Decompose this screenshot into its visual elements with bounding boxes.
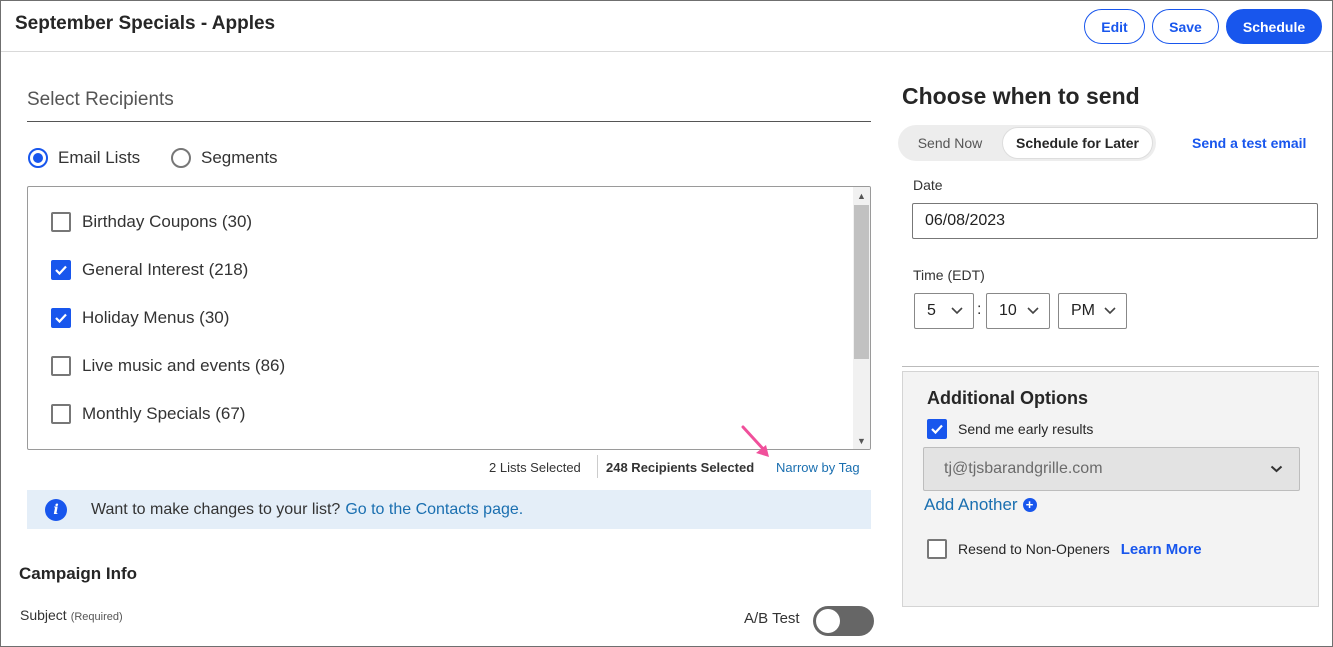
chevron-down-icon — [951, 307, 963, 315]
radio-email-lists[interactable]: Email Lists — [28, 148, 140, 168]
checkbox-checked[interactable] — [51, 260, 71, 280]
early-results-email-select[interactable]: tj@tjsbarandgrille.com — [923, 447, 1300, 491]
time-separator: : — [977, 301, 982, 318]
list-item-label: Live music and events (86) — [82, 356, 286, 375]
send-test-email-link[interactable]: Send a test email — [1192, 135, 1306, 151]
early-results-label: Send me early results — [958, 421, 1094, 437]
subject-label-text: Subject — [20, 607, 67, 623]
email-lists-box: Birthday Coupons (30) General Interest (… — [27, 186, 871, 450]
add-another-link[interactable]: Add Another + — [924, 495, 1037, 515]
plus-circle-icon: + — [1022, 498, 1037, 512]
annotation-arrow-icon — [741, 425, 769, 457]
scroll-up-icon[interactable]: ▲ — [853, 187, 870, 204]
options-divider — [902, 366, 1319, 367]
add-another-label: Add Another — [924, 495, 1018, 514]
email-value: tj@tjsbarandgrille.com — [944, 460, 1103, 477]
contacts-info-bar: i Want to make changes to your list? Go … — [27, 490, 871, 529]
required-hint: (Required) — [70, 611, 123, 623]
radio-label: Segments — [201, 148, 278, 167]
scroll-thumb[interactable] — [854, 205, 869, 359]
select-recipients-heading: Select Recipients — [27, 89, 174, 110]
summary-divider — [597, 455, 598, 478]
resend-option[interactable]: Resend to Non-Openers Learn More — [927, 539, 1202, 559]
send-timing-segmented-control: Send Now Schedule for Later — [898, 125, 1156, 161]
chevron-down-icon — [1270, 465, 1283, 473]
recipients-selected-count: 248 Recipients Selected — [606, 459, 755, 475]
checkbox[interactable] — [51, 404, 71, 424]
early-results-checkbox[interactable] — [927, 419, 947, 439]
hour-value: 5 — [927, 302, 936, 319]
campaign-info-heading: Campaign Info — [19, 564, 138, 583]
list-item-general-interest[interactable]: General Interest (218) — [51, 260, 248, 280]
info-text: Want to make changes to your list? — [91, 500, 341, 518]
ampm-select[interactable]: PM — [1058, 293, 1127, 329]
radio-button[interactable] — [171, 148, 191, 168]
additional-options-heading: Additional Options — [927, 388, 1088, 408]
date-label: Date — [913, 177, 943, 193]
checkbox-checked[interactable] — [51, 308, 71, 328]
radio-segments[interactable]: Segments — [171, 148, 278, 168]
list-item-monthly-specials[interactable]: Monthly Specials (67) — [51, 404, 245, 424]
schedule-for-later-tab[interactable]: Schedule for Later — [1002, 127, 1153, 159]
choose-when-heading: Choose when to send — [902, 83, 1140, 109]
list-item-label: Monthly Specials (67) — [82, 404, 246, 423]
edit-button[interactable]: Edit — [1084, 9, 1145, 44]
chevron-down-icon — [1104, 307, 1116, 315]
list-item-label: General Interest (218) — [82, 260, 249, 279]
narrow-by-tag-link[interactable]: Narrow by Tag — [776, 456, 860, 478]
learn-more-link[interactable]: Learn More — [1121, 541, 1202, 558]
minute-select[interactable]: 10 — [986, 293, 1050, 329]
schedule-button[interactable]: Schedule — [1226, 9, 1322, 44]
chevron-down-icon — [1027, 307, 1039, 315]
page-header: September Specials - Apples Edit Save Sc… — [1, 1, 1332, 52]
scroll-down-icon[interactable]: ▼ — [853, 432, 870, 449]
ab-test-toggle[interactable] — [813, 606, 874, 636]
subject-label: Subject (Required) — [20, 607, 123, 623]
checkbox[interactable] — [51, 356, 71, 376]
toggle-knob — [816, 609, 840, 633]
section-divider — [27, 121, 871, 122]
radio-button-checked[interactable] — [28, 148, 48, 168]
contacts-page-link[interactable]: Go to the Contacts page. — [345, 501, 523, 519]
ampm-value: PM — [1071, 302, 1095, 319]
resend-label: Resend to Non-Openers — [958, 541, 1110, 557]
lists-selected-count: 2 Lists Selected — [489, 459, 581, 475]
list-item-live-music[interactable]: Live music and events (86) — [51, 356, 285, 376]
resend-checkbox[interactable] — [927, 539, 947, 559]
campaign-title: September Specials - Apples — [15, 13, 276, 34]
early-results-option[interactable]: Send me early results — [927, 419, 1093, 439]
additional-options-panel: Additional Options Send me early results… — [902, 371, 1319, 607]
ab-test-label: A/B Test — [744, 610, 800, 627]
time-label: Time (EDT) — [913, 267, 985, 283]
minute-value: 10 — [999, 302, 1017, 319]
info-icon: i — [45, 498, 67, 521]
list-item-label: Holiday Menus (30) — [82, 308, 230, 327]
list-item-label: Birthday Coupons (30) — [82, 212, 253, 231]
hour-select[interactable]: 5 — [914, 293, 974, 329]
list-scrollbar[interactable]: ▲ ▼ — [853, 187, 870, 449]
list-item-birthday-coupons[interactable]: Birthday Coupons (30) — [51, 212, 252, 232]
send-now-tab[interactable]: Send Now — [900, 127, 1000, 159]
list-item-holiday-menus[interactable]: Holiday Menus (30) — [51, 308, 229, 328]
save-button[interactable]: Save — [1152, 9, 1219, 44]
date-input[interactable]: 06/08/2023 — [912, 203, 1318, 239]
radio-label: Email Lists — [58, 148, 141, 167]
checkbox[interactable] — [51, 212, 71, 232]
